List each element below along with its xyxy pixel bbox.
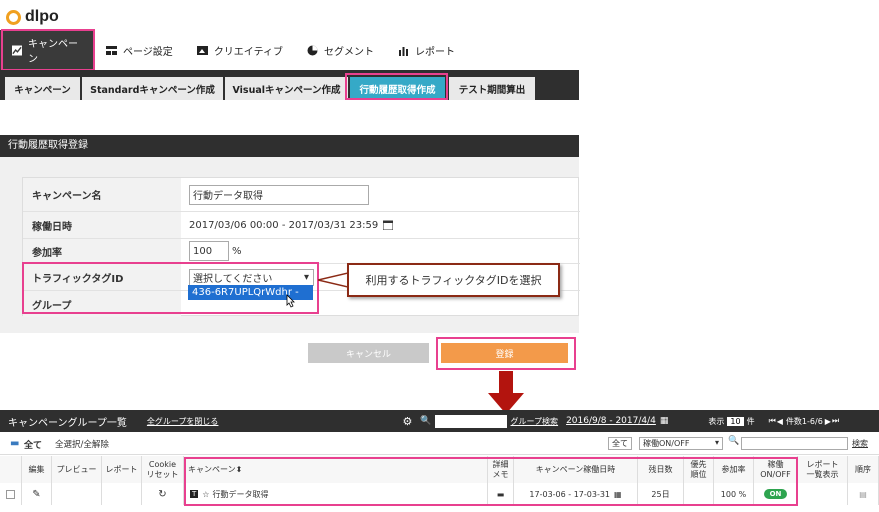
- cancel-button[interactable]: キャンセル: [308, 343, 429, 363]
- gear-icon[interactable]: ⚙: [402, 415, 412, 428]
- refresh-icon[interactable]: ↻: [142, 483, 184, 505]
- nav-report-label: レポート: [415, 46, 456, 58]
- campaign-name-label: キャンペーン名: [23, 178, 181, 211]
- panel-title: 行動履歴取得登録: [0, 135, 579, 157]
- pencil-icon[interactable]: ✎: [22, 483, 52, 505]
- nav-creative[interactable]: クリエイティブ: [185, 30, 295, 70]
- rate-input[interactable]: 100: [189, 241, 229, 261]
- col-report: レポート: [102, 456, 142, 483]
- row-campaign-name: キャンペーン名 行動データ取得: [23, 178, 580, 212]
- col-check: [0, 456, 22, 483]
- highlight-register: [436, 337, 576, 370]
- report-cell: [102, 483, 142, 505]
- per-page-select[interactable]: 10: [727, 416, 744, 426]
- col-report-list: レポート 一覧表示: [798, 456, 848, 483]
- bar-icon: [399, 46, 409, 56]
- tab-visual-create[interactable]: Visualキャンペーン作成: [225, 77, 348, 100]
- collapse-groups-link[interactable]: 全グループを閉じる: [147, 416, 219, 427]
- logo-ring-icon: [6, 9, 21, 25]
- layout-icon: [106, 45, 117, 55]
- col-preview: プレビュー: [52, 456, 102, 483]
- per-page-unit: 件: [746, 416, 755, 426]
- col-order: 順序: [848, 456, 879, 483]
- prev-page-icon[interactable]: ◀: [777, 417, 783, 426]
- all-groups[interactable]: 全て: [24, 438, 42, 451]
- rate-label: 参加率: [23, 239, 181, 263]
- first-page-icon[interactable]: ⏮: [769, 416, 776, 426]
- nav-report[interactable]: レポート: [386, 30, 467, 70]
- logo: dlpo: [6, 6, 59, 28]
- pie-icon: [307, 45, 318, 55]
- col-edit: 編集: [22, 456, 52, 483]
- onoff-select-value: 稼働ON/OFF: [643, 439, 690, 448]
- nav-segment-label: セグメント: [324, 46, 375, 58]
- highlight-tab: [345, 73, 448, 100]
- calendar-icon[interactable]: [383, 220, 394, 230]
- list-header: キャンペーングループ一覧 全グループを閉じる ⚙ 🔍 グループ検索 2016/9…: [0, 410, 879, 432]
- select-all-link[interactable]: 全選択/全解除: [55, 438, 109, 450]
- page-count: 件数1-6/6: [785, 416, 823, 426]
- col-cookie-reset: Cookie リセット: [142, 456, 184, 483]
- highlight-nav-campaign: [1, 29, 95, 71]
- nav-page-settings-label: ページ設定: [123, 46, 173, 58]
- preview-cell: [52, 483, 102, 505]
- filter-all-button[interactable]: 全て: [608, 437, 632, 450]
- last-page-icon[interactable]: ⏭: [832, 416, 839, 426]
- search-icon: 🔍: [420, 416, 432, 426]
- campaign-name-input[interactable]: 行動データ取得: [189, 184, 369, 205]
- group-search-link[interactable]: グループ検索: [511, 416, 559, 427]
- group-search-input[interactable]: [434, 414, 507, 428]
- nav-creative-label: クリエイティブ: [213, 46, 284, 58]
- list-toolbar: ▬ 全て 全選択/全解除 全て 稼働ON/OFF ▾ 🔍 検索: [0, 433, 879, 455]
- period-label: 稼働日時: [23, 212, 181, 238]
- logo-text: dlpo: [25, 8, 59, 25]
- date-range[interactable]: 2016/9/8 - 2017/4/4: [566, 416, 656, 426]
- tab-standard-create[interactable]: Standardキャンペーン作成: [82, 77, 223, 100]
- calendar-icon[interactable]: ▦: [660, 416, 669, 426]
- row-period: 稼働日時 2017/03/06 00:00 - 2017/03/31 23:59: [23, 212, 580, 239]
- highlight-row: [184, 457, 798, 506]
- sub-nav: キャンペーン Standardキャンペーン作成 Visualキャンペーン作成 行…: [0, 70, 579, 100]
- tab-test-period[interactable]: テスト期間算出: [449, 77, 535, 100]
- nav-page-settings[interactable]: ページ設定: [94, 30, 185, 70]
- report-list-cell: [798, 483, 848, 505]
- list-title: キャンペーングループ一覧: [8, 417, 127, 429]
- row-checkbox[interactable]: [0, 483, 22, 505]
- onoff-select[interactable]: 稼働ON/OFF ▾: [639, 437, 723, 450]
- campaign-search-input[interactable]: [741, 437, 848, 450]
- chevron-down-icon: ▾: [714, 438, 719, 447]
- period-value: 2017/03/06 00:00 - 2017/03/31 23:59: [189, 219, 379, 231]
- search-link[interactable]: 検索: [852, 438, 868, 449]
- row-rate: 参加率 100%: [23, 239, 580, 264]
- nav-segment[interactable]: セグメント: [295, 30, 386, 70]
- folder-icon: ▬: [10, 438, 20, 449]
- callout: 利用するトラフィックタグIDを選択: [347, 263, 560, 297]
- display-label: 表示: [708, 416, 725, 426]
- tab-campaign[interactable]: キャンペーン: [5, 77, 80, 100]
- next-page-icon[interactable]: ▶: [825, 417, 831, 426]
- highlight-tag-row: [22, 262, 319, 314]
- drag-handle-icon[interactable]: ▤: [848, 483, 879, 505]
- rate-unit: %: [232, 245, 242, 257]
- image-icon: [196, 45, 208, 55]
- down-arrow-icon: [488, 371, 524, 414]
- search-icon: 🔍: [728, 436, 740, 446]
- callout-pointer-icon: [318, 272, 348, 288]
